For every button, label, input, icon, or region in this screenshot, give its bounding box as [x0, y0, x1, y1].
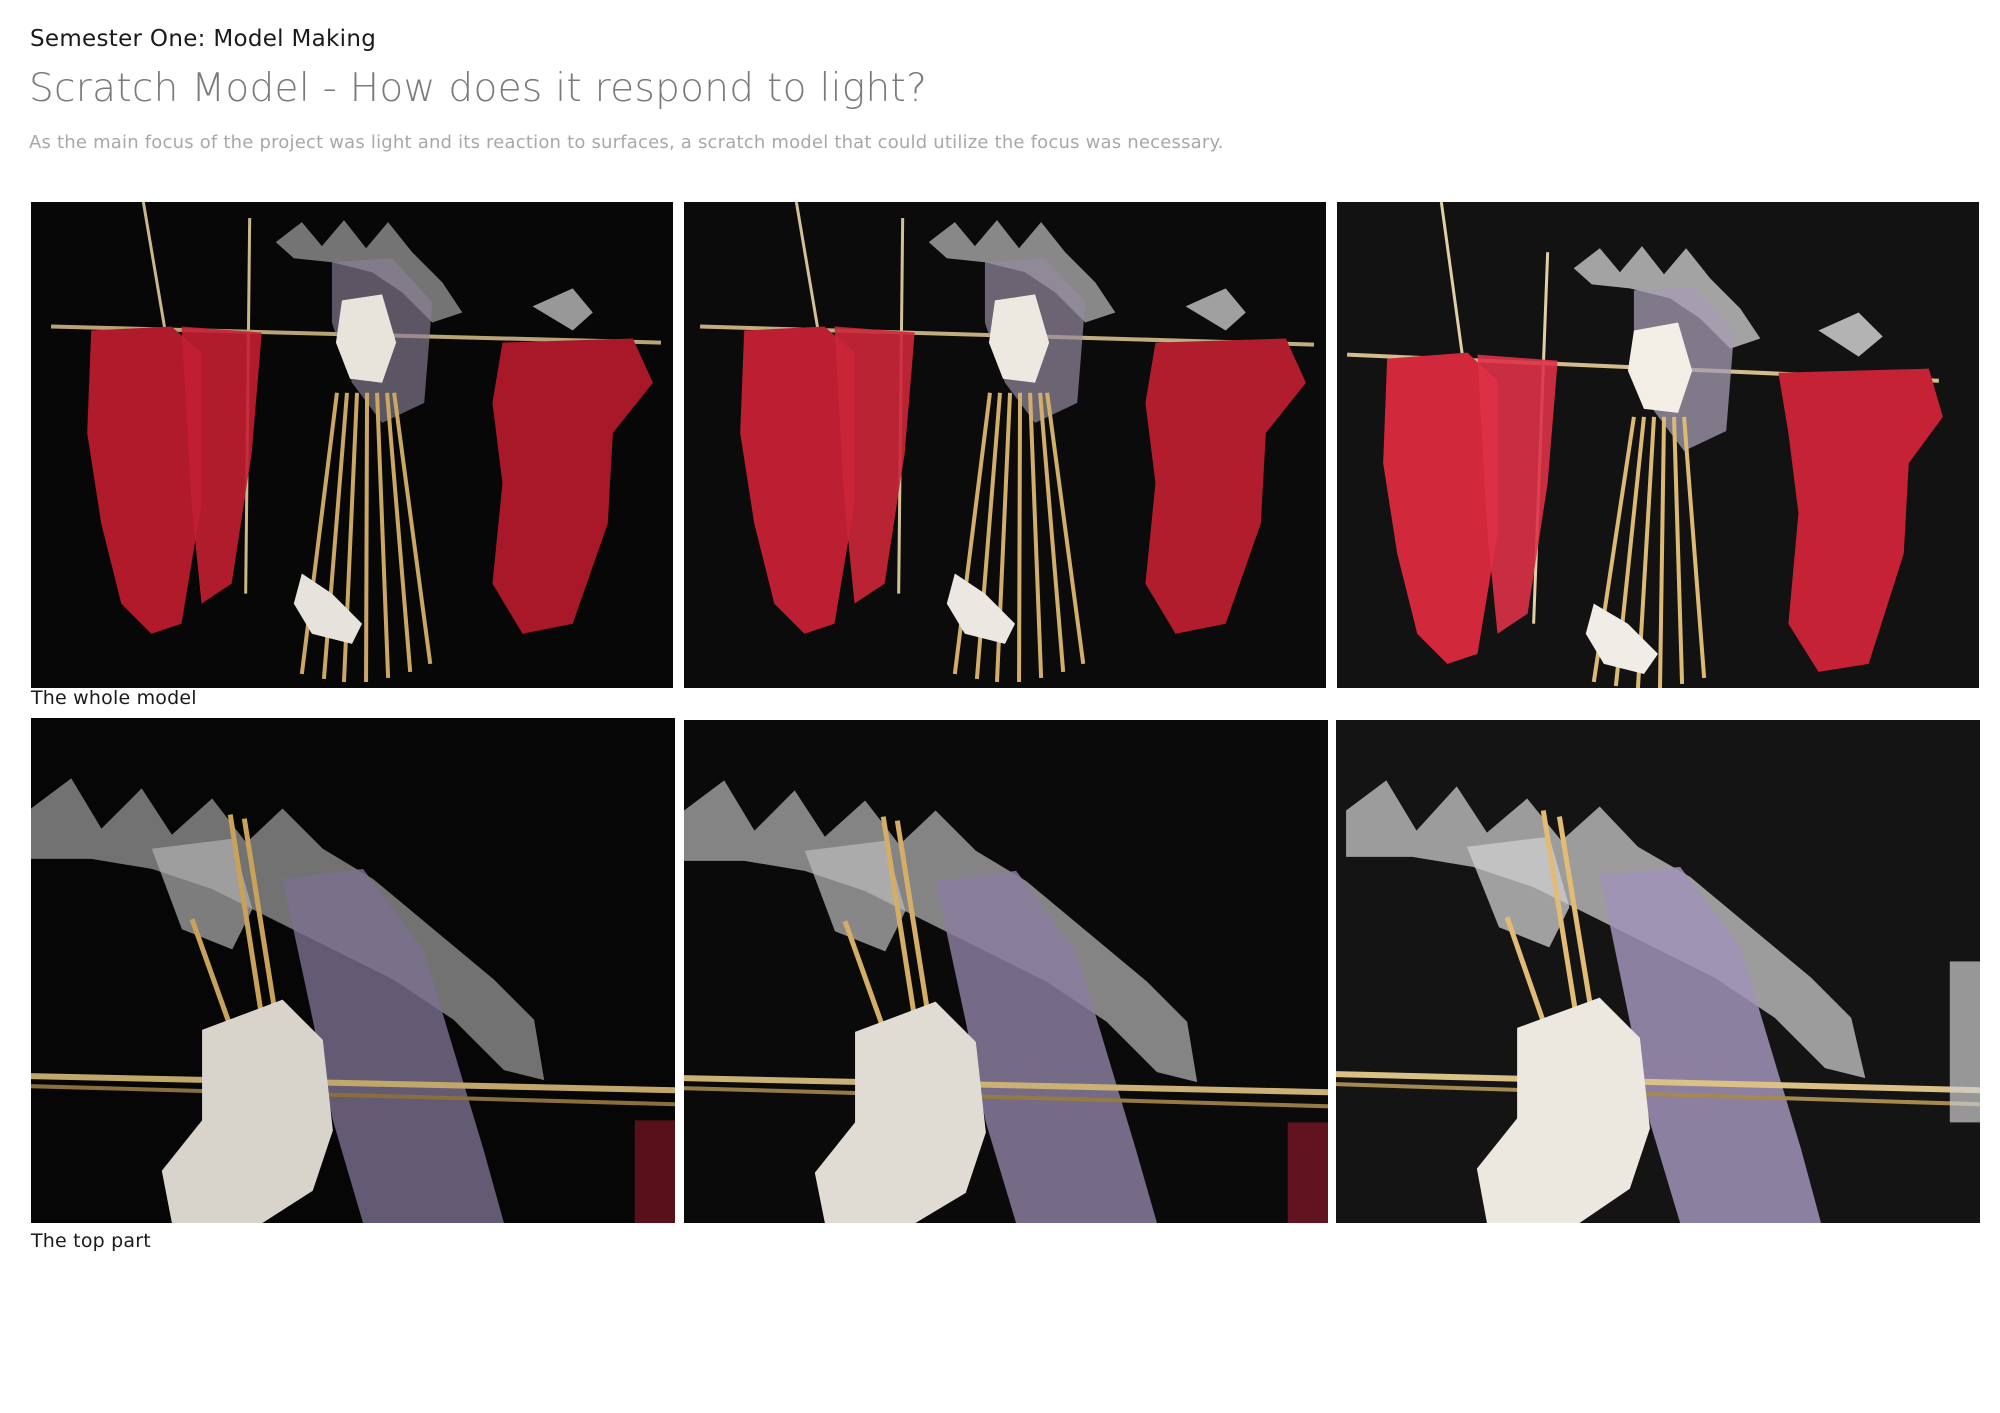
whole-model-photo-3: [1337, 202, 1979, 688]
page-intro: As the main focus of the project was lig…: [29, 132, 1224, 153]
top-part-photo-2: [684, 720, 1328, 1223]
page-title: Scratch Model - How does it respond to l…: [29, 66, 928, 111]
page-kicker: Semester One: Model Making: [30, 26, 377, 52]
whole-model-photo-1: [31, 202, 673, 688]
top-part-photo-3: [1336, 720, 1980, 1223]
row-caption-whole-model: The whole model: [31, 687, 197, 709]
whole-model-photo-2: [684, 202, 1326, 688]
row-caption-top-part: The top part: [31, 1230, 151, 1252]
top-part-photo-1: [31, 718, 675, 1223]
